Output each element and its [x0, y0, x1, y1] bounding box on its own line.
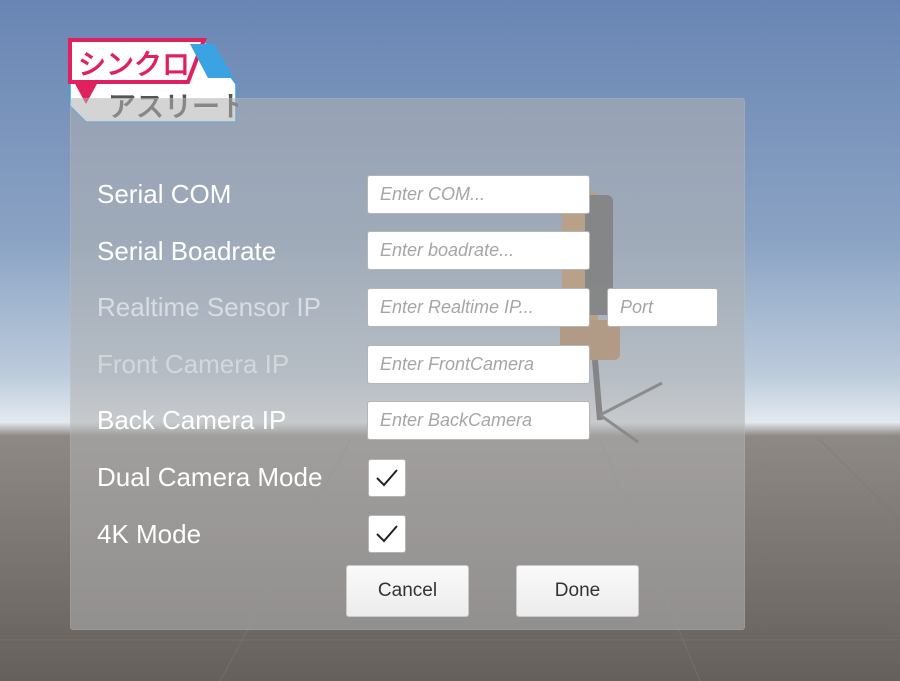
realtime-sensor-ip-label: Realtime Sensor IP	[97, 292, 321, 322]
cancel-button[interactable]: Cancel	[346, 565, 469, 617]
cancel-button-label: Cancel	[377, 580, 438, 601]
serial-baudrate-label: Serial Boadrate	[97, 236, 277, 266]
serial-baudrate-input[interactable]	[367, 231, 590, 270]
4k-mode-label: 4K Mode	[97, 519, 202, 549]
settings-panel: Serial COM Serial Boadrate Realtime Sens…	[70, 98, 745, 630]
front-camera-ip-input[interactable]	[367, 345, 590, 384]
4k-mode-checkbox[interactable]	[368, 515, 406, 553]
checkmark-icon	[376, 469, 398, 487]
realtime-sensor-ip-input[interactable]	[367, 288, 590, 327]
logo-text-line1: シンクロ	[78, 48, 190, 81]
done-button[interactable]: Done	[516, 565, 639, 617]
back-camera-ip-label: Back Camera IP	[97, 405, 287, 435]
dual-camera-mode-checkbox[interactable]	[368, 459, 406, 497]
serial-com-label: Serial COM	[97, 179, 232, 209]
dual-camera-mode-label: Dual Camera Mode	[97, 462, 323, 492]
serial-com-input[interactable]	[367, 175, 590, 214]
done-button-label: Done	[554, 580, 601, 601]
back-camera-ip-input[interactable]	[367, 401, 590, 440]
realtime-sensor-port-input[interactable]	[607, 288, 718, 327]
front-camera-ip-label: Front Camera IP	[97, 349, 290, 379]
checkmark-icon	[376, 525, 398, 543]
